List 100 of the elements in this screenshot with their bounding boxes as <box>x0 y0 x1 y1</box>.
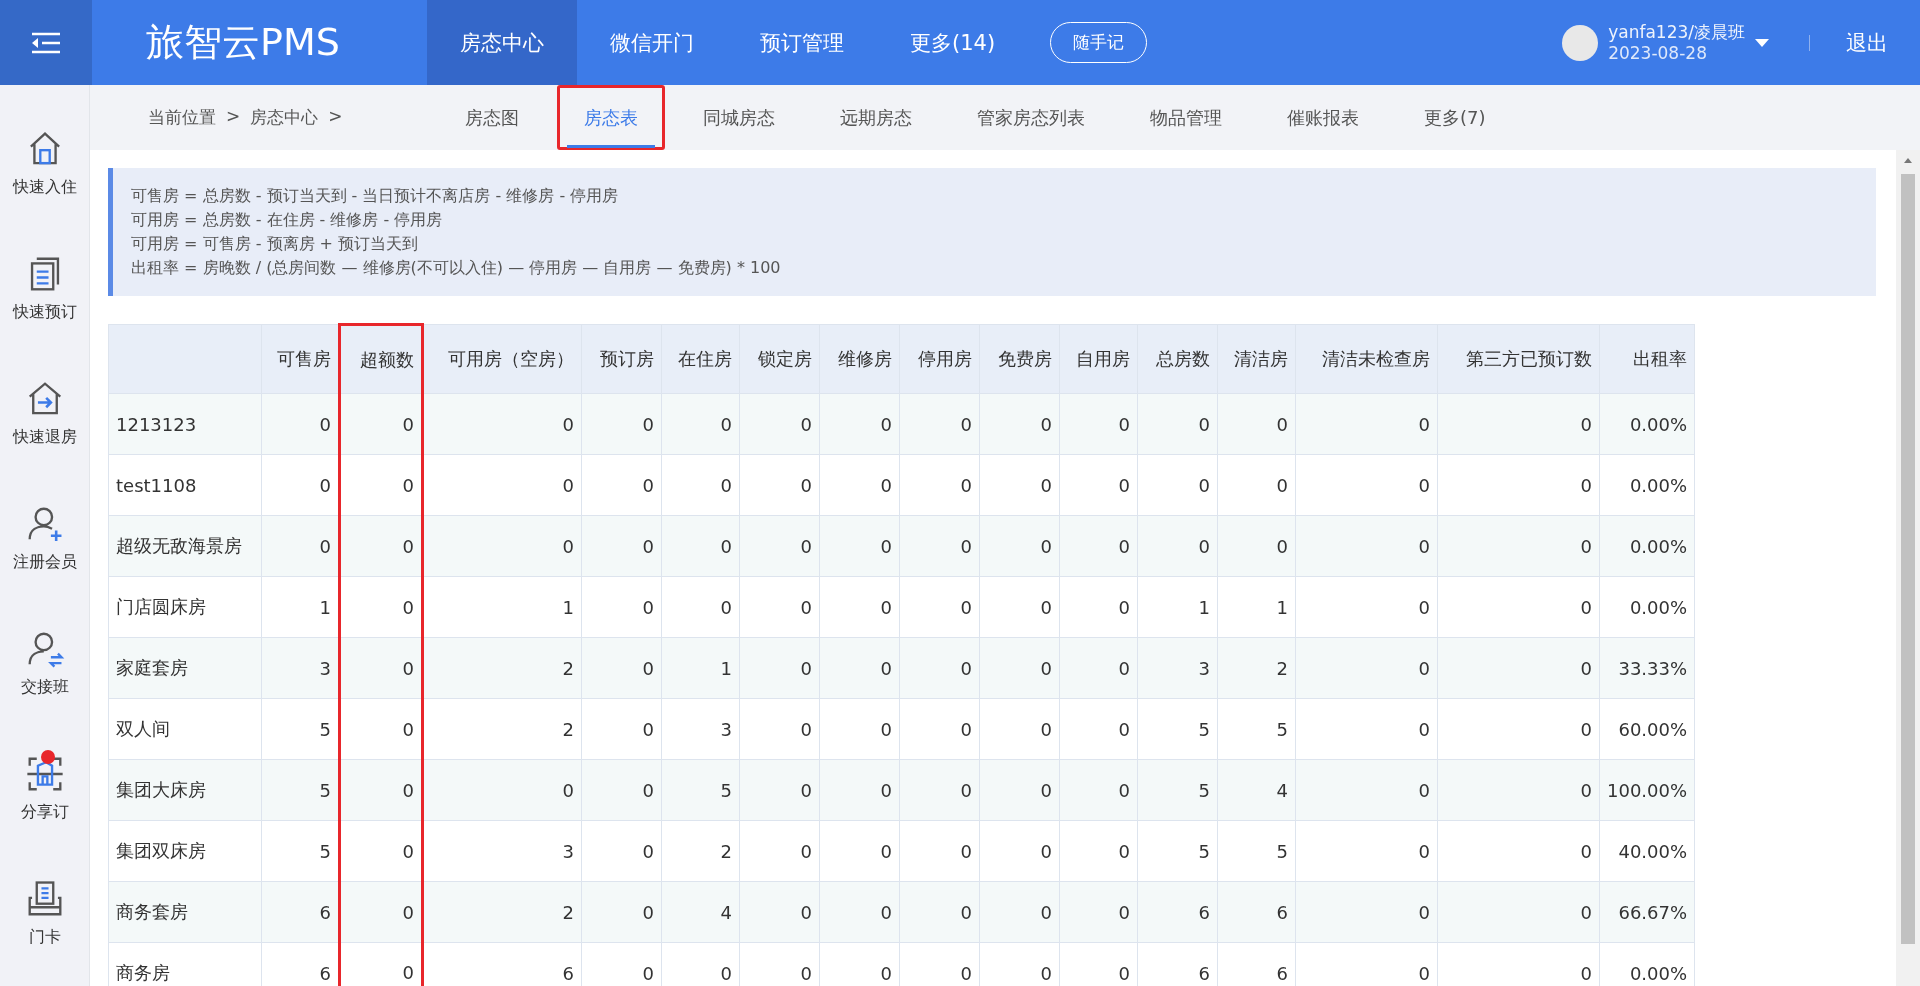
room-type-cell: 集团大床房 <box>108 759 262 821</box>
breadcrumb-text: 房态中心 <box>250 106 319 129</box>
table-cell: 0 <box>819 393 900 455</box>
table-cell: 0 <box>1295 881 1438 943</box>
table-cell: 0 <box>819 820 900 882</box>
scrollbar[interactable] <box>1896 150 1920 986</box>
table-cell: 0 <box>422 393 582 455</box>
table-cell: 0 <box>899 820 980 882</box>
table-cell: 5 <box>1137 820 1218 882</box>
table-cell: 0 <box>1437 393 1600 455</box>
shift-date: 2023-08-28 <box>1608 42 1708 64</box>
breadcrumb-text: > <box>328 106 343 128</box>
tab[interactable]: 管家房态列表 <box>950 85 1112 150</box>
tab[interactable]: 远期房态 <box>813 85 939 150</box>
table-cell: 2 <box>1217 637 1296 699</box>
table-cell: 0.00% <box>1599 515 1695 577</box>
table-cell: 2 <box>422 698 582 760</box>
sidebar-item[interactable]: 快速入住 <box>12 129 77 198</box>
table-cell: 0 <box>1437 820 1600 882</box>
tab[interactable]: 催账报表 <box>1260 85 1386 150</box>
table-cell: 0.00% <box>1599 576 1695 638</box>
nav-tab[interactable]: 预订管理 <box>727 0 877 85</box>
table-cell: 0 <box>979 515 1060 577</box>
tab[interactable]: 物品管理 <box>1123 85 1249 150</box>
column-header: 清洁未检查房 <box>1295 324 1438 394</box>
table-cell: 0 <box>739 515 820 577</box>
formula-text: 出租率 = 房晚数 / (总房间数 — 维修房(不可以入住) — 停用房 — 自用房 — 免费房) * 100 <box>131 257 782 279</box>
table-cell: 0 <box>979 820 1060 882</box>
table-cell: 0 <box>581 820 662 882</box>
nav-tab[interactable]: 房态中心 <box>427 0 577 85</box>
table-cell: 0 <box>581 698 662 760</box>
table-cell: 0 <box>1217 393 1296 455</box>
room-type-cell: test1108 <box>108 454 262 516</box>
table-cell: 0 <box>899 454 980 516</box>
table-cell: 40.00% <box>1599 820 1695 882</box>
room-type-cell: 双人间 <box>108 698 262 760</box>
caret-icon[interactable] <box>1755 38 1769 47</box>
table-cell: 60.00% <box>1599 698 1695 760</box>
table-cell: 66.67% <box>1599 881 1695 943</box>
sidebar-item[interactable]: 注册会员 <box>12 504 77 573</box>
table-cell: 2 <box>422 637 582 699</box>
tab[interactable]: 更多(7) <box>1397 85 1513 150</box>
menu-button[interactable] <box>0 0 92 85</box>
table-cell: 0 <box>899 759 980 821</box>
table-cell: 0 <box>739 698 820 760</box>
room-type-cell: 商务房 <box>108 942 262 986</box>
column-header: 锁定房 <box>739 324 820 394</box>
column-header: 停用房 <box>899 324 980 394</box>
table-cell: 0 <box>1059 515 1138 577</box>
table-cell: 5 <box>1137 759 1218 821</box>
sidebar-item[interactable]: 快速退房 <box>12 379 77 448</box>
breadcrumb-text: 当前位置 <box>148 106 216 129</box>
table-cell: 0 <box>661 393 740 455</box>
sidebar-item[interactable]: 分享订 <box>20 754 69 823</box>
table-cell: 0 <box>819 698 900 760</box>
menu-icon <box>30 30 62 55</box>
column-header: 在住房 <box>661 324 740 394</box>
avatar <box>1562 24 1599 61</box>
table-cell: 0 <box>581 576 662 638</box>
table-cell: 0 <box>819 759 900 821</box>
sidebar-item[interactable]: 快速预订 <box>12 254 77 323</box>
table-cell: 0 <box>739 820 820 882</box>
table-cell: 0 <box>899 698 980 760</box>
table-cell: 0 <box>261 515 340 577</box>
table-cell: 0 <box>819 881 900 943</box>
table-cell: 0 <box>1059 393 1138 455</box>
table-cell: 0 <box>261 393 340 455</box>
table-cell: 3 <box>1137 637 1218 699</box>
table-cell: 2 <box>422 881 582 943</box>
table-cell: 5 <box>661 759 740 821</box>
tab[interactable]: 房态表 <box>557 85 665 150</box>
table-cell: 1 <box>661 637 740 699</box>
user-name: yanfa123/凌晨班 <box>1608 21 1745 43</box>
table-cell: 0 <box>1295 820 1438 882</box>
logout-button[interactable]: 退出 <box>1840 27 1894 58</box>
tab[interactable]: 房态图 <box>438 85 546 150</box>
column-header: 可用房（空房） <box>422 324 582 394</box>
room-type-cell: 门店圆床房 <box>108 576 262 638</box>
table-cell: 0 <box>1437 454 1600 516</box>
sidebar-item[interactable]: 门卡 <box>24 879 65 948</box>
table-cell: 0 <box>1059 454 1138 516</box>
table-cell: 0 <box>422 759 582 821</box>
table-cell: 0 <box>979 576 1060 638</box>
nav-tab[interactable]: 更多(14) <box>877 0 1029 85</box>
table-cell: 0 <box>1059 576 1138 638</box>
column-header: 清洁房 <box>1217 324 1296 394</box>
table-cell: 0 <box>1437 759 1600 821</box>
nav-tab[interactable]: 微信开门 <box>577 0 727 85</box>
room-type-cell: 超级无敌海景房 <box>108 515 262 577</box>
table-cell: 0 <box>819 637 900 699</box>
table-cell: 0 <box>899 576 980 638</box>
table-cell: 0 <box>1437 515 1600 577</box>
tab[interactable]: 同城房态 <box>676 85 802 150</box>
table-cell: 4 <box>1217 759 1296 821</box>
column-header: 总房数 <box>1137 324 1218 394</box>
sidebar-item[interactable]: 交接班 <box>20 629 69 698</box>
table-cell: 0 <box>1059 881 1138 943</box>
app-logo: 旅智云PMS <box>146 19 341 66</box>
room-type-cell: 集团双床房 <box>108 820 262 882</box>
table-cell: 0 <box>819 454 900 516</box>
